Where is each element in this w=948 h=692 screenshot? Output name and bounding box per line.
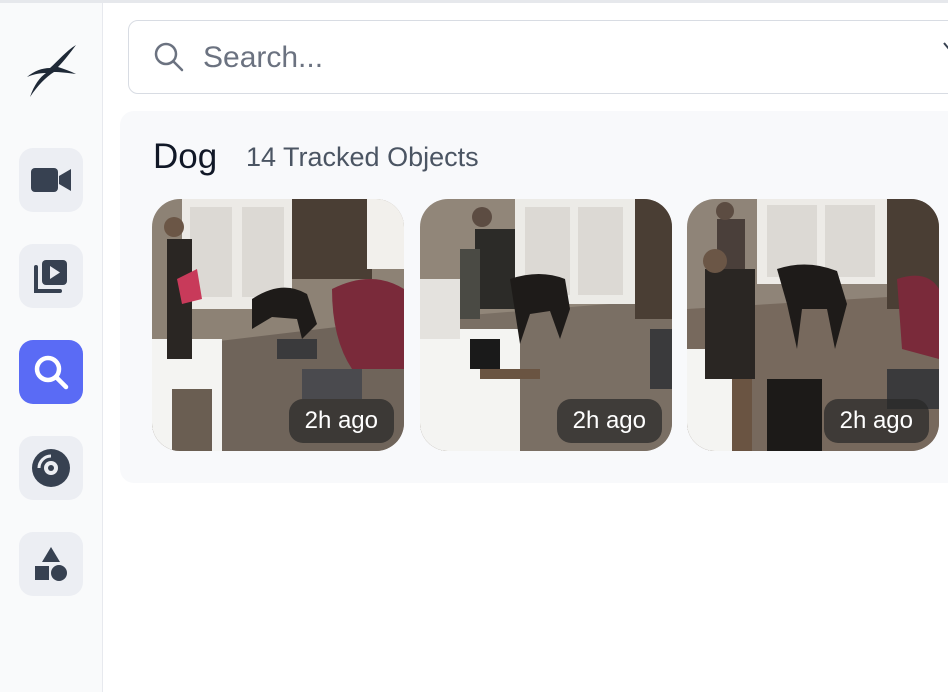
time-badge: 2h ago <box>288 399 394 443</box>
top-border <box>0 0 948 3</box>
play-library-icon <box>34 260 67 293</box>
time-badge: 2h ago <box>823 399 929 443</box>
section-label: Dog <box>153 137 218 176</box>
search-icon <box>34 355 69 390</box>
search-input[interactable] <box>201 33 905 83</box>
tracked-object-section: Dog 14 Tracked Objects 2h ago 2h ago 2h … <box>120 111 948 483</box>
thumbnail[interactable]: 2h ago <box>152 199 404 451</box>
video-camera-icon <box>31 168 71 192</box>
sidebar-item-objects[interactable] <box>19 532 83 596</box>
sidebar-item-recordings[interactable] <box>19 436 83 500</box>
sidebar-item-review[interactable] <box>19 244 83 308</box>
time-badge: 2h ago <box>556 399 662 443</box>
sidebar-item-cameras[interactable] <box>19 148 83 212</box>
sidebar <box>0 3 103 692</box>
disc-icon <box>32 449 70 487</box>
thumbnail[interactable]: 2h ago <box>420 199 672 451</box>
chevron-down-icon[interactable] <box>942 39 948 53</box>
app-logo-bird-icon[interactable] <box>24 41 80 99</box>
search-bar <box>128 20 948 94</box>
thumbnail[interactable]: 2h ago <box>687 199 939 451</box>
shapes-icon <box>35 547 67 581</box>
search-icon <box>154 42 184 72</box>
sidebar-item-explore[interactable] <box>19 340 83 404</box>
tracked-count: 14 Tracked Objects <box>246 142 479 172</box>
